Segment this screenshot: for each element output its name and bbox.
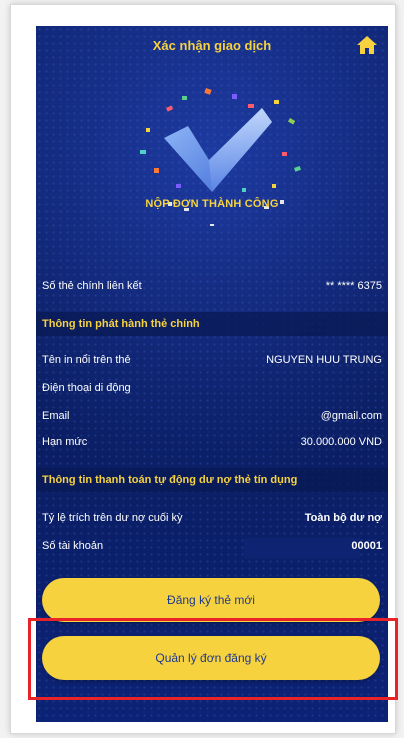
- credit-limit-label: Hạn mức: [42, 436, 88, 448]
- credit-limit-row: Hạn mức 30.000.000 VND: [42, 432, 382, 452]
- account-number-row: Số tài khoản 00001: [42, 536, 382, 556]
- linked-card-row: Số thẻ chính liên kết ** **** 6375: [42, 276, 382, 296]
- deduction-rate-row: Tỷ lệ trích trên dư nợ cuối kỳ Toàn bộ d…: [42, 508, 382, 528]
- register-new-card-button[interactable]: Đăng ký thẻ mới: [42, 578, 380, 622]
- success-illustration: [140, 88, 302, 211]
- manage-applications-button[interactable]: Quản lý đơn đăng ký: [42, 636, 380, 680]
- home-button[interactable]: [354, 32, 380, 58]
- page-title: Xác nhận giao dịch: [152, 38, 272, 53]
- email-value: @gmail.com: [320, 410, 382, 422]
- deduction-rate-value: Toàn bộ dư nợ: [304, 512, 382, 524]
- deduction-rate-label: Tỷ lệ trích trên dư nợ cuối kỳ: [42, 512, 183, 524]
- embossed-name-row: Tên in nổi trên thẻ NGUYEN HUU TRUNG: [42, 350, 382, 370]
- payment-section-header: Thông tin thanh toán tự động dư nợ thẻ t…: [36, 468, 388, 492]
- email-row: Email @gmail.com: [42, 406, 382, 426]
- mobile-phone-row: Điện thoại di động: [42, 378, 382, 398]
- email-label: Email: [42, 410, 70, 422]
- app-screen: Xác nhận giao dịch NỘP ĐƠN THÀNH CÔNG Số…: [36, 26, 388, 722]
- linked-card-label: Số thẻ chính liên kết: [42, 280, 142, 292]
- linked-card-value: ** **** 6375: [325, 280, 382, 292]
- account-number-value: 00001: [351, 540, 382, 552]
- embossed-name-value: NGUYEN HUU TRUNG: [266, 354, 382, 366]
- credit-limit-value: 30.000.000 VND: [300, 436, 382, 448]
- mobile-phone-label: Điện thoại di động: [42, 382, 131, 394]
- issue-section-header: Thông tin phát hành thẻ chính: [36, 312, 388, 336]
- embossed-name-label: Tên in nổi trên thẻ: [42, 354, 131, 366]
- home-icon: [357, 36, 377, 54]
- account-number-label: Số tài khoản: [42, 540, 104, 552]
- success-message: NỘP ĐƠN THÀNH CÔNG: [145, 198, 279, 210]
- divider-dot: [210, 224, 214, 226]
